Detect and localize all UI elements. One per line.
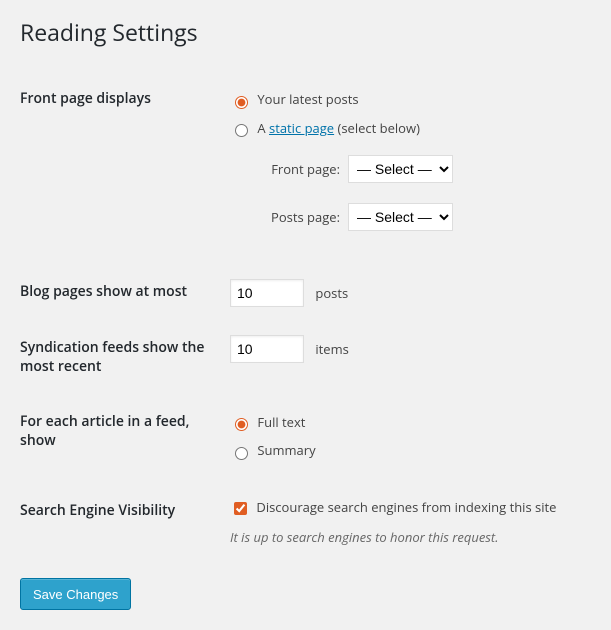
row-label-front-page: Front page displays <box>20 72 230 265</box>
radio-summary-label: Summary <box>257 441 315 459</box>
search-engine-description: It is up to search engines to honor this… <box>230 528 581 546</box>
posts-page-select-label: Posts page: <box>250 208 348 226</box>
radio-full-text-label: Full text <box>257 413 305 431</box>
radio-full-text-input[interactable] <box>235 418 248 431</box>
checkbox-discourage-input[interactable] <box>234 502 247 515</box>
radio-static-page[interactable]: A static page (select below) <box>230 119 581 138</box>
radio-latest-posts-input[interactable] <box>235 96 248 109</box>
blog-pages-unit: posts <box>315 284 348 302</box>
radio-summary[interactable]: Summary <box>230 441 581 460</box>
posts-page-select[interactable]: — Select — <box>348 203 453 231</box>
radio-summary-input[interactable] <box>235 447 248 460</box>
radio-latest-posts-label: Your latest posts <box>257 90 358 108</box>
checkbox-discourage[interactable]: Discourage search engines from indexing … <box>230 498 581 518</box>
radio-static-page-prefix: A <box>257 119 269 137</box>
syndication-unit: items <box>315 340 348 358</box>
radio-latest-posts[interactable]: Your latest posts <box>230 90 581 109</box>
syndication-input[interactable] <box>230 335 304 363</box>
static-page-link[interactable]: static page <box>269 119 334 137</box>
row-label-search-engine: Search Engine Visibility <box>20 484 230 560</box>
blog-pages-input[interactable] <box>230 279 304 307</box>
front-page-select[interactable]: — Select — <box>348 155 453 183</box>
radio-static-page-suffix: (select below) <box>334 119 420 137</box>
row-label-article-feed: For each article in a feed, show <box>20 395 230 484</box>
row-label-syndication: Syndication feeds show the most recent <box>20 321 230 395</box>
radio-static-page-input[interactable] <box>235 124 248 137</box>
save-button[interactable]: Save Changes <box>20 578 131 610</box>
checkbox-discourage-label: Discourage search engines from indexing … <box>256 498 556 516</box>
row-label-blog-pages: Blog pages show at most <box>20 265 230 321</box>
front-page-select-label: Front page: <box>250 160 348 178</box>
radio-full-text[interactable]: Full text <box>230 413 581 432</box>
page-title: Reading Settings <box>20 16 591 48</box>
